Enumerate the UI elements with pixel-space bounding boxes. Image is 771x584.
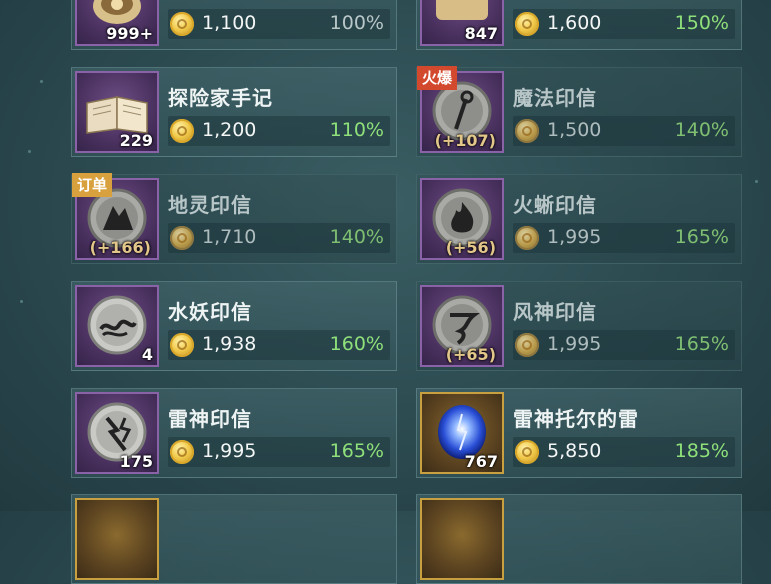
item-card[interactable]: 订单 (+166) 地灵印信 1,710 140% [71,173,397,264]
price-percent: 110% [329,119,384,141]
book-icon: 229 [75,71,159,153]
item-card[interactable]: 999+ 1,100 100% [71,0,397,50]
gold-coin-icon [170,226,194,250]
price-bar: 1,995 165% [513,330,735,360]
price-percent: 150% [674,12,729,34]
price-percent: 185% [674,440,729,462]
price-bar: 5,850 185% [513,437,735,467]
price-percent: 140% [674,119,729,141]
price-percent: 165% [674,226,729,248]
gold-coin-icon [515,440,539,464]
item-price: 1,995 [547,333,602,355]
price-bar: 1,600 150% [513,9,735,39]
item-name: 探险家手记 [168,86,273,110]
item-bonus-quantity: (+65) [445,345,496,364]
item-card[interactable] [71,494,397,584]
item-quantity: 229 [119,131,153,150]
item-card[interactable] [416,494,742,584]
item-price: 1,995 [547,226,602,248]
item-price: 5,850 [547,440,602,462]
item-bonus-quantity: (+107) [434,131,496,150]
gold-coin-icon [170,440,194,464]
item-name: 雷神托尔的雷 [513,407,639,431]
scroll-icon: 847 [420,0,504,46]
item-price: 1,500 [547,119,602,141]
gold-coin-icon [170,119,194,143]
item-name: 魔法印信 [513,86,597,110]
item-card[interactable]: 火爆 (+107) 魔法印信 1,500 140% [416,66,742,157]
item-card[interactable]: 229 探险家手记 1,200 110% [71,67,397,157]
hot-badge: 火爆 [417,66,458,90]
gold-coin-icon [515,226,539,250]
treasure-icon: 999+ [75,0,159,46]
item-price: 1,995 [202,440,257,462]
item-card[interactable]: 847 1,600 150% [416,0,742,50]
gold-coin-icon [170,12,194,36]
item-bonus-quantity: (+56) [445,238,496,257]
item-thumbnail [420,498,504,580]
price-percent: 165% [329,440,384,462]
item-thumbnail [75,498,159,580]
price-bar: 1,995 165% [513,223,735,253]
item-bonus-quantity: (+166) [89,238,151,257]
item-quantity: 175 [119,452,153,471]
item-price: 1,200 [202,119,257,141]
price-bar: 1,100 100% [168,9,390,39]
gold-coin-icon [515,333,539,357]
item-price: 1,938 [202,333,257,355]
order-badge: 订单 [72,173,113,197]
item-card[interactable]: 4 水妖印信 1,938 160% [71,281,397,371]
price-bar: 1,710 140% [168,223,390,253]
gold-coin-icon [170,333,194,357]
item-card[interactable]: (+65) 风神印信 1,995 165% [416,281,742,371]
item-card[interactable]: (+56) 火蜥印信 1,995 165% [416,174,742,264]
price-percent: 160% [329,333,384,355]
item-price: 1,600 [547,12,602,34]
item-price: 1,100 [202,12,257,34]
water-seal-icon: 4 [75,285,159,367]
price-percent: 140% [329,226,384,248]
item-name: 水妖印信 [168,300,252,324]
item-card[interactable]: 175 雷神印信 1,995 165% [71,388,397,478]
item-quantity: 767 [464,452,498,471]
item-name: 火蜥印信 [513,193,597,217]
price-bar: 1,995 165% [168,437,390,467]
item-name: 雷神印信 [168,407,252,431]
item-name: 风神印信 [513,300,597,324]
wind-seal-icon: (+65) [420,285,504,367]
price-bar: 1,500 140% [513,116,735,146]
price-percent: 165% [674,333,729,355]
price-bar: 1,200 110% [168,116,390,146]
price-percent: 100% [329,12,384,34]
fire-seal-icon: (+56) [420,178,504,260]
item-name: 地灵印信 [168,193,252,217]
item-quantity: 999+ [106,24,153,43]
gold-coin-icon [515,119,539,143]
gold-coin-icon [515,12,539,36]
item-quantity: 4 [141,345,153,364]
thunder-orb-icon: 767 [420,392,504,474]
price-bar: 1,938 160% [168,330,390,360]
item-quantity: 847 [464,24,498,43]
item-card[interactable]: 767 雷神托尔的雷 5,850 185% [416,388,742,478]
thunder-seal-icon: 175 [75,392,159,474]
item-price: 1,710 [202,226,257,248]
